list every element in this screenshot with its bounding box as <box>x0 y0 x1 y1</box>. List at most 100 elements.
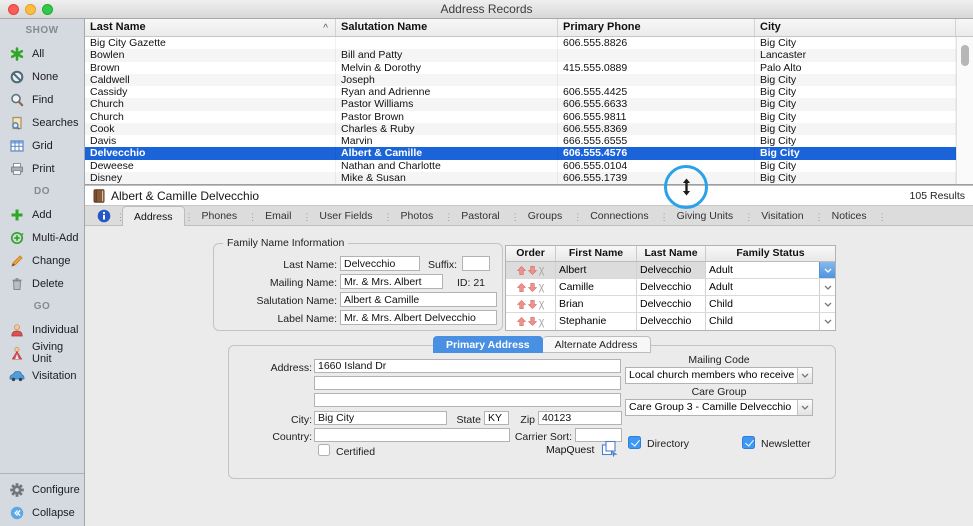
sidebar-item-giving-unit[interactable]: Giving Unit <box>0 341 84 364</box>
remove-member-icon[interactable]: χ <box>539 265 545 275</box>
newsletter-checkbox[interactable] <box>742 436 755 449</box>
table-row[interactable]: ChurchPastor Brown606.555.9811Big City <box>85 111 956 123</box>
move-up-icon[interactable] <box>517 317 526 326</box>
table-cell: 606.555.8826 <box>558 37 755 49</box>
info-icon[interactable] <box>97 209 111 223</box>
table-cell: Albert & Camille <box>336 147 558 159</box>
scrollbar-thumb[interactable] <box>961 45 969 66</box>
move-up-icon[interactable] <box>517 283 526 292</box>
family-status-dropdown[interactable]: Adult <box>706 279 835 295</box>
sidebar-item-individual[interactable]: Individual <box>0 318 84 341</box>
column-header-primary-phone[interactable]: Primary Phone <box>558 19 755 36</box>
remove-member-icon[interactable]: χ <box>539 282 545 292</box>
tab-phones[interactable]: Phones <box>191 206 249 226</box>
address-group: Address: City: State Zip Country: Carrie… <box>228 345 836 479</box>
column-header-city[interactable]: City <box>755 19 956 36</box>
table-row[interactable]: DisneyMike & Susan606.555.1739Big City <box>85 172 956 184</box>
family-status-dropdown[interactable]: Child <box>706 296 835 312</box>
sidebar-item-print[interactable]: Print <box>0 157 84 180</box>
table-row[interactable]: BowlenBill and PattyLancaster <box>85 49 956 61</box>
records-scrollbar[interactable] <box>956 37 973 184</box>
table-row[interactable]: CaldwellJosephBig City <box>85 74 956 86</box>
member-row[interactable]: χAlbertDelvecchioAdult <box>506 262 835 279</box>
address-line1-field[interactable] <box>314 359 621 373</box>
table-row[interactable]: DelvecchioAlbert & Camille606.555.4576Bi… <box>85 147 956 159</box>
table-row[interactable]: CassidyRyan and Adrienne606.555.4425Big … <box>85 86 956 98</box>
sidebar-item-collapse[interactable]: Collapse <box>0 501 84 524</box>
sidebar-item-none[interactable]: None <box>0 65 84 88</box>
table-row[interactable]: Big City Gazette606.555.8826Big City <box>85 37 956 49</box>
sidebar-item-grid[interactable]: Grid <box>0 134 84 157</box>
state-field[interactable] <box>484 411 509 425</box>
tab-primary-address[interactable]: Primary Address <box>433 336 543 353</box>
sidebar-item-find[interactable]: Find <box>0 88 84 111</box>
directory-checkbox[interactable] <box>628 436 641 449</box>
zip-field[interactable] <box>538 411 622 425</box>
sidebar-item-visitation[interactable]: Visitation <box>0 364 84 387</box>
certified-checkbox[interactable] <box>318 444 330 456</box>
column-header-last-name[interactable]: Last Name^ <box>85 19 336 36</box>
tab-notices[interactable]: Notices <box>821 206 878 226</box>
mapquest-button[interactable]: MapQuest <box>546 444 594 456</box>
address-line2-field[interactable] <box>314 376 621 390</box>
sidebar-item-all[interactable]: All <box>0 42 84 65</box>
sidebar-item-searches[interactable]: Searches <box>0 111 84 134</box>
move-up-icon[interactable] <box>517 300 526 309</box>
sidebar-item-label: Find <box>32 94 53 106</box>
map-link-icon[interactable] <box>601 440 619 460</box>
sidebar-item-change[interactable]: Change <box>0 249 84 272</box>
chevron-down-icon[interactable] <box>819 313 835 330</box>
tab-alternate-address[interactable]: Alternate Address <box>543 336 651 353</box>
move-up-icon[interactable] <box>517 266 526 275</box>
move-down-icon[interactable] <box>528 300 537 309</box>
suffix-field[interactable] <box>462 256 490 271</box>
move-down-icon[interactable] <box>528 266 537 275</box>
table-cell: 606.555.8369 <box>558 123 755 135</box>
address-tab-content: Family Name Information Last Name: Suffi… <box>85 226 973 526</box>
city-field[interactable] <box>314 411 447 425</box>
tab-pastoral[interactable]: Pastoral <box>450 206 511 226</box>
country-field[interactable] <box>314 428 510 442</box>
mailing-code-dropdown[interactable]: Local church members who receive mail <box>625 367 813 384</box>
salutation-name-field[interactable] <box>340 292 497 307</box>
tab-photos[interactable]: Photos <box>390 206 445 226</box>
label-name-field[interactable] <box>340 310 497 325</box>
member-row[interactable]: χBrianDelvecchioChild <box>506 296 835 313</box>
sidebar-item-add[interactable]: Add <box>0 203 84 226</box>
tab-user-fields[interactable]: User Fields <box>308 206 383 226</box>
tab-connections[interactable]: Connections <box>579 206 659 226</box>
column-header-salutation-name[interactable]: Salutation Name <box>336 19 558 36</box>
chevron-down-icon[interactable] <box>819 296 835 312</box>
address-line3-field[interactable] <box>314 393 621 407</box>
table-row[interactable]: ChurchPastor Williams606.555.6633Big Cit… <box>85 98 956 110</box>
member-row[interactable]: χCamilleDelvecchioAdult <box>506 279 835 296</box>
member-row[interactable]: χStephanieDelvecchioChild <box>506 313 835 330</box>
tab-groups[interactable]: Groups <box>517 206 573 226</box>
table-row[interactable]: BrownMelvin & Dorothy415.555.0889Palo Al… <box>85 62 956 74</box>
care-group-dropdown[interactable]: Care Group 3 - Camille Delvecchio <box>625 399 813 416</box>
sidebar-item-multi-add[interactable]: Multi-Add <box>0 226 84 249</box>
tab-giving-units[interactable]: Giving Units <box>666 206 745 226</box>
sidebar-section-go: GO <box>0 295 84 318</box>
remove-member-icon[interactable]: χ <box>539 299 545 309</box>
split-drag-indicator[interactable] <box>664 165 708 209</box>
family-status-dropdown[interactable]: Child <box>706 313 835 330</box>
chevron-down-icon[interactable] <box>819 279 835 295</box>
family-status-dropdown[interactable]: Adult <box>706 262 835 278</box>
tab-visitation[interactable]: Visitation <box>750 206 814 226</box>
tab-address[interactable]: Address <box>122 206 185 226</box>
move-down-icon[interactable] <box>528 283 537 292</box>
move-down-icon[interactable] <box>528 317 537 326</box>
table-row[interactable]: CookCharles & Ruby606.555.8369Big City <box>85 123 956 135</box>
sidebar-item-delete[interactable]: Delete <box>0 272 84 295</box>
sidebar-item-configure[interactable]: Configure <box>0 478 84 501</box>
mailing-name-field[interactable] <box>340 274 443 289</box>
tab-email[interactable]: Email <box>254 206 302 226</box>
chevron-down-icon[interactable] <box>797 368 812 383</box>
remove-member-icon[interactable]: χ <box>539 317 545 327</box>
table-row[interactable]: DavisMarvin666.555.6555Big City <box>85 135 956 147</box>
chevron-down-icon[interactable] <box>797 400 812 415</box>
chevron-down-icon[interactable] <box>819 262 835 278</box>
table-row[interactable]: DeweeseNathan and Charlotte606.555.0104B… <box>85 160 956 172</box>
last-name-field[interactable] <box>340 256 420 271</box>
